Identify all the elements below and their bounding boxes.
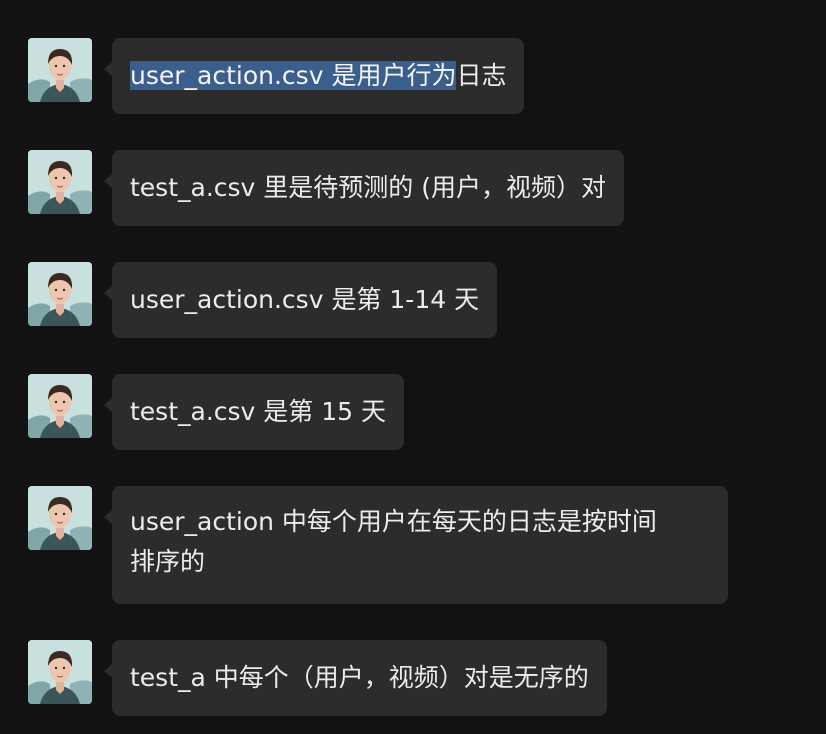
message-bubble[interactable]: user_action.csv 是用户行为日志: [103, 38, 525, 114]
user-avatar-icon[interactable]: [28, 640, 92, 704]
message-row: test_a 中每个（用户，视频）对是无序的: [28, 640, 668, 716]
user-avatar-icon[interactable]: [28, 486, 92, 550]
chat-message-list: user_action.csv 是用户行为日志 test_a.csv 里是待预测…: [0, 0, 826, 734]
user-avatar-icon[interactable]: [28, 374, 92, 438]
message-bubble[interactable]: test_a.csv 是第 15 天: [104, 374, 404, 450]
message-row: test_a.csv 里是待预测的 (用户，视频）对: [28, 150, 688, 226]
message-text-line[interactable]: 排序的: [130, 540, 710, 584]
selected-text[interactable]: user_action.csv 是用户行为: [130, 61, 457, 90]
message-text-line[interactable]: user_action 中每个用户在每天的日志是按时间: [130, 500, 710, 544]
message-bubble[interactable]: user_action.csv 是第 1-14 天: [103, 262, 498, 338]
message-text[interactable]: test_a 中每个（用户，视频）对是无序的: [130, 663, 589, 692]
message-text[interactable]: test_a.csv 里是待预测的 (用户，视频）对: [130, 173, 606, 202]
message-bubble[interactable]: test_a.csv 里是待预测的 (用户，视频）对: [104, 150, 624, 226]
message-text[interactable]: user_action.csv 是第 1-14 天: [130, 285, 479, 314]
user-avatar-icon[interactable]: [28, 38, 92, 102]
message-row: test_a.csv 是第 15 天: [28, 374, 408, 450]
message-row: user_action.csv 是用户行为日志: [28, 38, 628, 114]
message-text[interactable]: 日志: [456, 61, 506, 90]
message-row: user_action.csv 是第 1-14 天: [28, 262, 508, 338]
message-row: user_action 中每个用户在每天的日志是按时间 排序的: [28, 486, 738, 604]
message-text[interactable]: test_a.csv 是第 15 天: [130, 397, 386, 426]
message-bubble[interactable]: test_a 中每个（用户，视频）对是无序的: [104, 640, 607, 716]
user-avatar-icon[interactable]: [28, 262, 92, 326]
user-avatar-icon[interactable]: [28, 150, 92, 214]
message-bubble[interactable]: user_action 中每个用户在每天的日志是按时间 排序的: [104, 486, 728, 604]
